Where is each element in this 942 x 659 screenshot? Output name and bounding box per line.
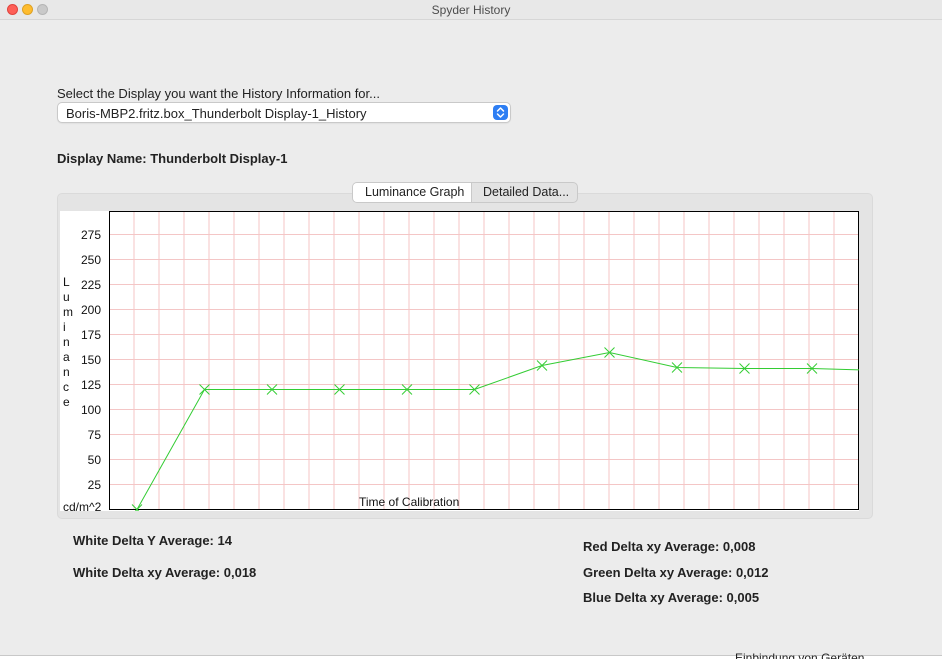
title-bar[interactable]: Spyder History	[0, 0, 942, 20]
select-arrows-icon	[493, 105, 508, 120]
red-delta-xy-average: Red Delta xy Average: 0,008	[583, 539, 756, 554]
spyder-history-window: Spyder History Select the Display you wa…	[0, 0, 942, 656]
y-tick-label: 25	[87, 477, 101, 492]
y-tick-label: 175	[80, 327, 101, 342]
white-delta-xy-average: White Delta xy Average: 0,018	[73, 565, 257, 580]
x-axis-label: Time of Calibration	[359, 495, 460, 509]
y-tick-label: 125	[80, 377, 101, 392]
luminance-line-chart	[109, 211, 859, 511]
white-delta-y-average: White Delta Y Average: 14	[73, 533, 232, 548]
y-tick-label: 250	[80, 252, 101, 267]
tab-detailed-data[interactable]: Detailed Data...	[472, 183, 577, 202]
tab-luminance-graph[interactable]: Luminance Graph	[353, 183, 472, 202]
view-tabs: Luminance Graph Detailed Data...	[352, 182, 578, 203]
y-tick-label: 225	[80, 277, 101, 292]
display-select-prompt: Select the Display you want the History …	[57, 86, 380, 101]
y-tick-label: 75	[87, 427, 101, 442]
background-window-text: Einbindung von Geräten	[735, 651, 865, 659]
window-title: Spyder History	[431, 3, 511, 17]
y-tick-label: 275	[80, 227, 101, 242]
display-name-label: Display Name: Thunderbolt Display-1	[57, 151, 288, 166]
display-select-value: Boris-MBP2.fritz.box_Thunderbolt Display…	[66, 106, 367, 121]
y-tick-label: 100	[80, 402, 101, 417]
blue-delta-xy-average: Blue Delta xy Average: 0,005	[583, 590, 760, 605]
y-tick-label: 50	[87, 452, 101, 467]
display-select[interactable]: Boris-MBP2.fritz.box_Thunderbolt Display…	[57, 102, 511, 123]
y-tick-label: 150	[80, 352, 101, 367]
green-delta-xy-average: Green Delta xy Average: 0,012	[583, 565, 769, 580]
y-axis-unit: cd/m^2	[63, 500, 102, 514]
y-tick-label: 200	[80, 302, 101, 317]
